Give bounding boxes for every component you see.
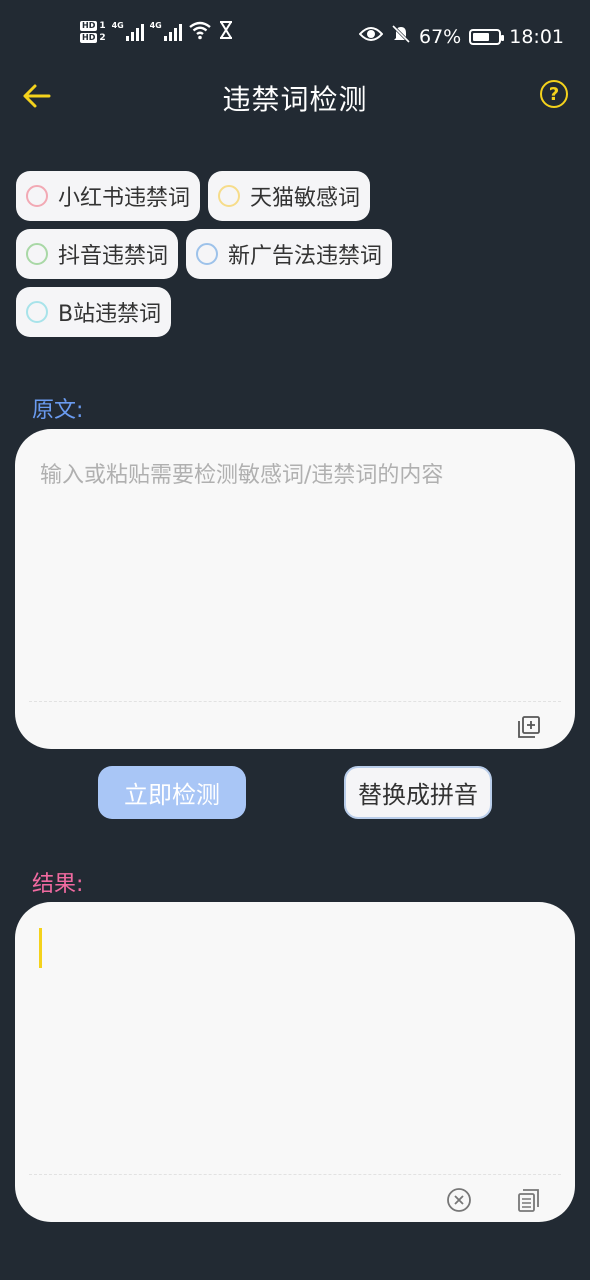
chip-xiaohongshu[interactable]: 小红书违禁词: [16, 171, 201, 221]
hd1-indicator: HD 1: [80, 21, 106, 31]
radio-circle-icon: [196, 243, 219, 265]
source-input[interactable]: 输入或粘贴需要检测敏感词/违禁词的内容: [15, 429, 575, 749]
chip-tmall[interactable]: 天猫敏感词: [208, 171, 371, 221]
signal-1-icon: 4G: [112, 21, 144, 41]
result-label: 结果:: [32, 872, 84, 897]
hourglass-icon: [218, 20, 234, 44]
source-placeholder: 输入或粘贴需要检测敏感词/违禁词的内容: [40, 463, 444, 488]
hd-indicators: HD 1 HD 2: [80, 21, 106, 43]
paste-add-icon: [518, 716, 540, 738]
page-title: 违禁词检测: [222, 83, 368, 116]
radio-circle-icon: [218, 185, 241, 207]
wifi-icon: [188, 20, 212, 44]
chip-label: 抖音违禁词: [58, 244, 169, 269]
screen: HD 1 HD 2 4G 4G 67% 18:01 违禁词检测 ? 小红书违禁词…: [0, 0, 590, 1280]
chip-label: 天猫敏感词: [250, 186, 361, 211]
chip-douyin[interactable]: 抖音违禁词: [16, 229, 179, 279]
bell-muted-icon: [391, 24, 411, 49]
battery-icon: [469, 28, 505, 45]
clock: 18:01: [509, 25, 564, 48]
title-bar: 违禁词检测 ?: [0, 72, 590, 122]
radio-circle-icon: [26, 243, 48, 265]
chip-new-ad-law[interactable]: 新广告法违禁词: [186, 229, 393, 279]
battery-percent: 67%: [419, 25, 462, 48]
chip-label: 小红书违禁词: [58, 186, 191, 211]
battery-level: [473, 32, 490, 41]
source-label: 原文:: [32, 398, 84, 423]
radio-circle-icon: [26, 185, 48, 207]
divider: [29, 701, 561, 702]
help-button[interactable]: ?: [540, 80, 568, 108]
clear-circle-icon: [447, 1188, 471, 1212]
signal-2-icon: 4G: [150, 21, 182, 41]
network-indicators: HD 1 HD 2 4G 4G: [80, 20, 234, 44]
chip-label: 新广告法违禁词: [228, 244, 383, 269]
chip-bilibili[interactable]: B站违禁词: [16, 287, 172, 337]
detect-button[interactable]: 立即检测: [98, 766, 246, 819]
copy-icon: [518, 1189, 539, 1212]
category-chips: 小红书违禁词 天猫敏感词 抖音违禁词 新广告法违禁词 B站违禁词: [16, 171, 576, 345]
paste-add-button[interactable]: [515, 713, 543, 741]
hd2-indicator: HD 2: [80, 33, 106, 43]
copy-button[interactable]: [515, 1186, 543, 1214]
eye-icon: [358, 25, 384, 48]
clear-button[interactable]: [445, 1186, 473, 1214]
status-bar: HD 1 HD 2 4G 4G 67% 18:01: [0, 0, 590, 72]
chip-label: B站违禁词: [58, 302, 162, 327]
convert-pinyin-button[interactable]: 替换成拼音: [344, 766, 492, 819]
radio-circle-icon: [26, 301, 48, 323]
status-right: 67% 18:01: [358, 24, 564, 49]
result-output[interactable]: [15, 902, 575, 1222]
help-icon: ?: [548, 83, 560, 105]
text-cursor: [39, 928, 42, 968]
divider: [29, 1174, 561, 1175]
